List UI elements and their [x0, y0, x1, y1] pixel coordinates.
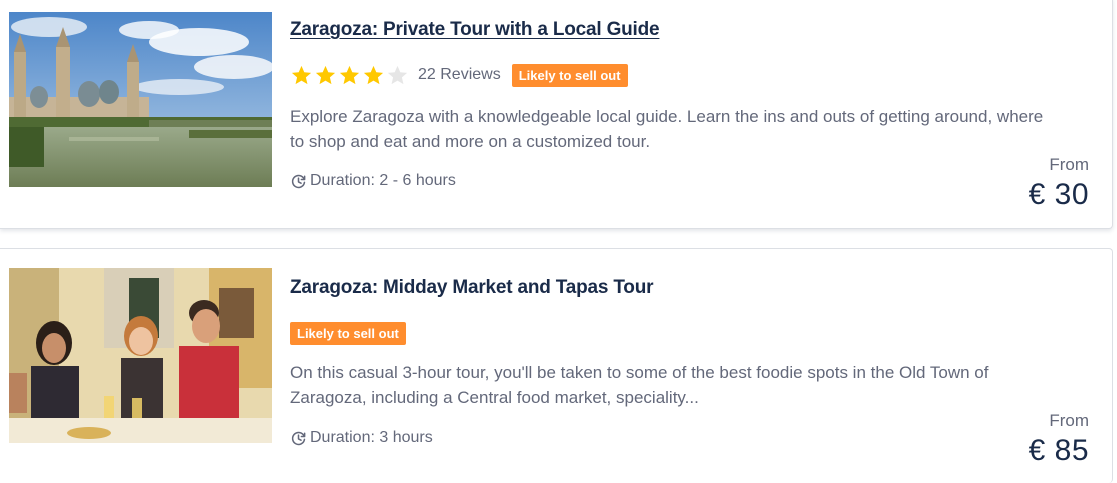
- basilica-photo: [9, 12, 272, 187]
- star-empty-icon: [387, 65, 408, 84]
- star-rating: [290, 64, 409, 87]
- tour-image[interactable]: [9, 268, 272, 443]
- rating-row: 22 Reviews Likely to sell out: [290, 63, 628, 87]
- price-from-label: From: [1049, 411, 1089, 430]
- tour-duration: Duration: 2 - 6 hours: [290, 172, 456, 190]
- tour-card[interactable]: Zaragoza: Midday Market and Tapas Tour L…: [0, 248, 1113, 483]
- tour-title-link[interactable]: Zaragoza: Midday Market and Tapas Tour: [290, 277, 654, 299]
- star-filled-icon: [363, 65, 384, 84]
- price-amount: € 85: [1028, 434, 1089, 467]
- star-filled-icon: [339, 65, 360, 84]
- reviews-count[interactable]: 22 Reviews: [418, 66, 501, 84]
- price-block: From € 30: [1029, 155, 1089, 213]
- tour-info: Zaragoza: Private Tour with a Local Guid…: [290, 0, 1112, 228]
- tour-info: Zaragoza: Midday Market and Tapas Tour L…: [290, 249, 1112, 483]
- clock-icon: [291, 174, 306, 188]
- tour-duration: Duration: 3 hours: [290, 429, 433, 447]
- price-amount: € 30: [1028, 178, 1089, 211]
- tour-card[interactable]: Zaragoza: Private Tour with a Local Guid…: [0, 0, 1113, 229]
- sell-out-badge: Likely to sell out: [511, 63, 628, 87]
- tour-description: Explore Zaragoza with a knowledgeable lo…: [290, 107, 1044, 151]
- tour-image[interactable]: [9, 12, 272, 187]
- duration-text: Duration: 3 hours: [310, 429, 433, 446]
- star-filled-icon: [315, 65, 336, 84]
- tapas-photo: [9, 268, 272, 443]
- sell-out-badge: Likely to sell out: [290, 322, 406, 345]
- duration-text: Duration: 2 - 6 hours: [310, 172, 456, 189]
- tour-description: On this casual 3-hour tour, you'll be ta…: [290, 363, 989, 407]
- price-block: From € 85: [1029, 411, 1089, 469]
- star-filled-icon: [291, 65, 312, 84]
- price-from-label: From: [1049, 155, 1089, 174]
- tour-title-link[interactable]: Zaragoza: Private Tour with a Local Guid…: [290, 19, 660, 41]
- clock-icon: [291, 431, 306, 445]
